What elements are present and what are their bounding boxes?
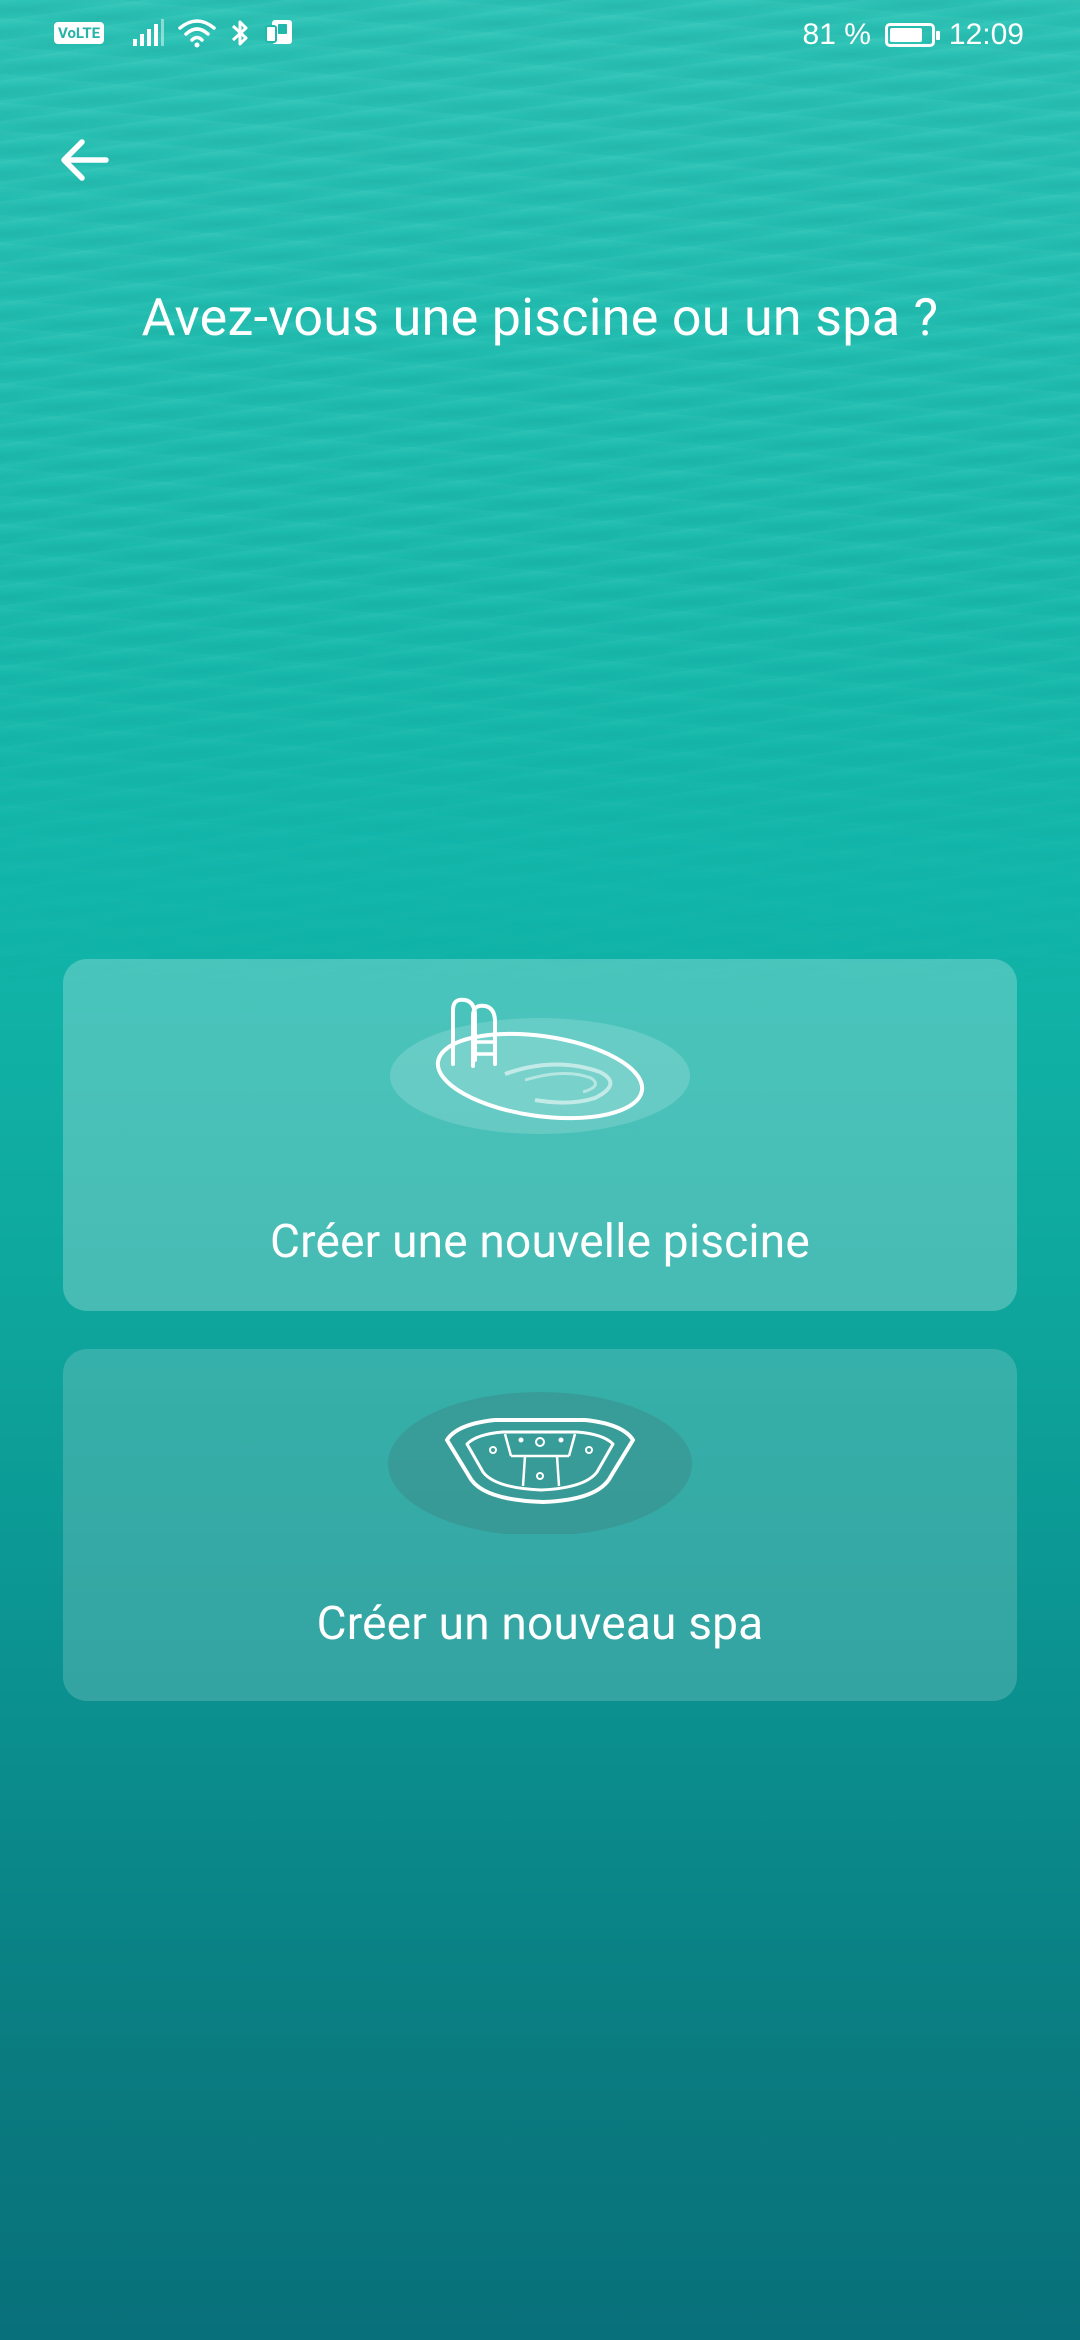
status-icons-right: 81 % 12:09: [803, 18, 1024, 52]
create-spa-button[interactable]: Créer un nouveau spa: [63, 1349, 1017, 1701]
page-title: Avez-vous une piscine ou un spa ?: [141, 286, 939, 348]
status-bar: VoLTE 81 % 12:09: [0, 0, 1080, 76]
back-button[interactable]: [48, 124, 120, 196]
spa-hot-tub-icon: [388, 1392, 692, 1534]
arrow-left-icon: [61, 139, 109, 181]
pool-illustration: [63, 989, 1017, 1149]
bluetooth-icon: [232, 20, 248, 46]
create-pool-label: Créer une nouvelle piscine: [269, 1215, 811, 1269]
status-icons-left: VoLTE: [54, 18, 294, 48]
battery-icon: [884, 23, 940, 47]
clock: 12:09: [948, 18, 1024, 51]
water-background: [0, 0, 1080, 1000]
battery-level-fill: [889, 28, 922, 42]
create-pool-button[interactable]: Créer une nouvelle piscine: [63, 959, 1017, 1311]
volte-icon: VoLTE: [54, 22, 105, 44]
battery-tip: [935, 31, 940, 40]
swimming-pool-icon: [390, 997, 690, 1134]
wifi-icon: [178, 19, 216, 48]
nfc-icon: [265, 20, 293, 44]
battery-percent: 81 %: [802, 18, 871, 51]
create-spa-label: Créer un nouveau spa: [316, 1597, 764, 1651]
signal-icon: [133, 19, 165, 46]
spa-illustration: [63, 1379, 1017, 1539]
pool-or-spa-screen: VoLTE 81 % 12:09 Avez-vous une piscine o…: [0, 0, 1080, 2340]
